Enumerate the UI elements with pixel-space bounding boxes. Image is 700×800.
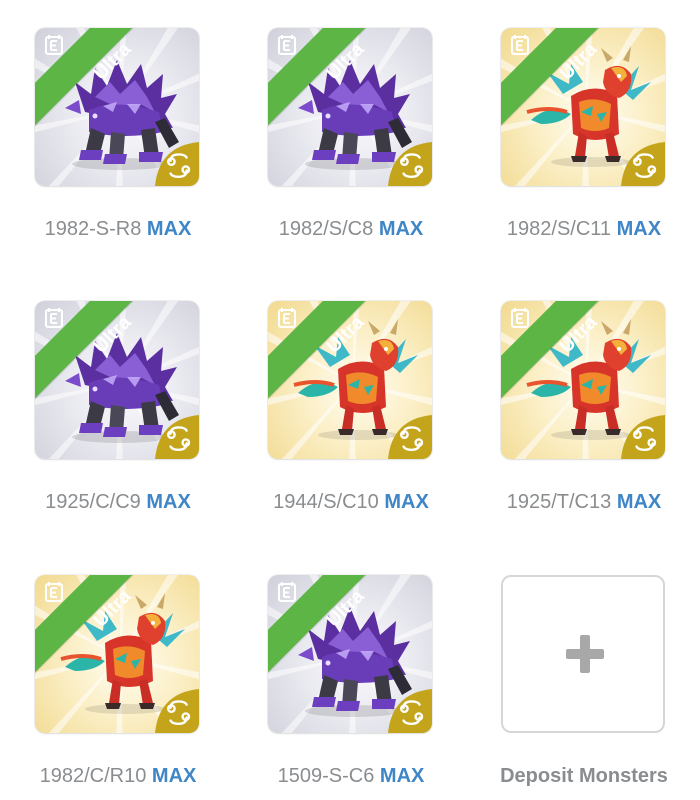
cancer-zodiac-icon xyxy=(621,142,665,186)
monster-name-label: 1944/S/C10 MAX xyxy=(248,491,454,514)
element-e-icon xyxy=(511,34,529,55)
monster-name-label: 1982-S-R8 MAX xyxy=(15,218,221,241)
cancer-zodiac-icon xyxy=(621,415,665,459)
max-level-badge: MAX xyxy=(379,765,425,787)
element-e-icon xyxy=(511,307,529,328)
deposit-monsters-label: Deposit Monsters xyxy=(500,765,668,787)
monster-item[interactable]: Ultra 1982-S-R8 MAX xyxy=(35,28,201,248)
element-e-icon xyxy=(278,581,296,602)
monster-card[interactable]: Ultra xyxy=(268,301,432,459)
monster-name: 1944/S/C10 xyxy=(273,491,379,513)
element-e-icon xyxy=(278,34,296,55)
max-level-badge: MAX xyxy=(378,218,424,240)
element-e-icon xyxy=(45,581,63,602)
monster-name: 1982/S/C11 xyxy=(506,218,612,240)
monster-item[interactable]: Ultra 1509-S-C6 MAX xyxy=(268,575,434,795)
monster-card[interactable]: Ultra xyxy=(268,575,432,733)
deposit-monsters-button[interactable] xyxy=(501,575,665,733)
monster-card[interactable]: Ultra xyxy=(268,28,432,186)
max-level-badge: MAX xyxy=(151,765,197,787)
element-e-icon xyxy=(45,34,63,55)
monster-item[interactable]: Ultra 1982/C/R10 MAX xyxy=(35,575,201,795)
monster-item[interactable]: Ultra 1944/S/C10 MAX xyxy=(268,301,434,521)
element-e-icon xyxy=(45,307,63,328)
cancer-zodiac-icon xyxy=(388,415,432,459)
monster-name-label: 1925/C/C9 MAX xyxy=(15,491,221,514)
monster-name: 1925/T/C13 xyxy=(506,491,612,513)
monster-name: 1982/S/C8 xyxy=(278,218,374,240)
monster-item[interactable]: Ultra 1982/S/C8 MAX xyxy=(268,28,434,248)
element-e-icon xyxy=(278,307,296,328)
monster-item[interactable]: Ultra 1925/T/C13 MAX xyxy=(501,301,667,521)
monster-card[interactable]: Ultra xyxy=(501,301,665,459)
monster-name-label: 1982/C/R10 MAX xyxy=(15,765,221,788)
monster-card[interactable]: Ultra xyxy=(35,301,199,459)
monster-card[interactable]: Ultra xyxy=(35,28,199,186)
monster-item[interactable]: Ultra 1925/C/C9 MAX xyxy=(35,301,201,521)
cancer-zodiac-icon xyxy=(155,689,199,733)
cancer-zodiac-icon xyxy=(388,142,432,186)
monster-name: 1982-S-R8 xyxy=(44,218,142,240)
monster-name-label: 1509-S-C6 MAX xyxy=(248,765,454,788)
max-level-badge: MAX xyxy=(616,218,662,240)
monster-item[interactable]: Ultra 1982/S/C11 MAX xyxy=(501,28,667,248)
monster-card[interactable]: Ultra xyxy=(35,575,199,733)
max-level-badge: MAX xyxy=(384,491,429,513)
cancer-zodiac-icon xyxy=(155,415,199,459)
max-level-badge: MAX xyxy=(146,491,191,513)
monster-name: 1925/C/C9 xyxy=(45,491,141,513)
cancer-zodiac-icon xyxy=(155,142,199,186)
max-level-badge: MAX xyxy=(616,491,662,513)
monster-name-label: 1982/S/C11 MAX xyxy=(481,218,687,241)
monster-name: 1982/C/R10 xyxy=(39,765,147,787)
monster-card[interactable]: Ultra xyxy=(501,28,665,186)
monster-name: 1509-S-C6 xyxy=(277,765,375,787)
max-level-badge: MAX xyxy=(146,218,192,240)
monster-name-label: 1925/T/C13 MAX xyxy=(481,491,687,514)
deposit-monsters-item[interactable]: Deposit Monsters xyxy=(500,575,668,795)
cancer-zodiac-icon xyxy=(388,689,432,733)
monster-name-label: 1982/S/C8 MAX xyxy=(248,218,454,241)
